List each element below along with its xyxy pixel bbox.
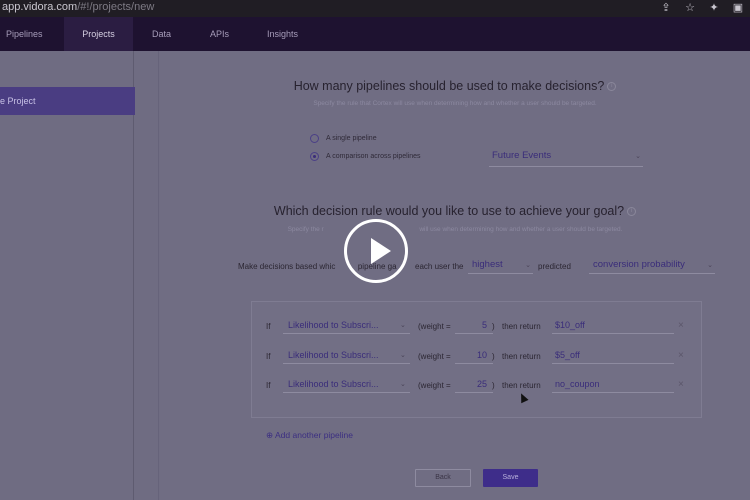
sidebar-item-label: e Project — [0, 96, 36, 106]
radio-label: A comparison across pipelines — [326, 153, 421, 160]
save-button[interactable]: Save — [483, 469, 538, 487]
weight-input[interactable]: 25 — [455, 377, 493, 393]
tab-apis[interactable]: APIs — [210, 17, 240, 51]
info-icon[interactable]: i — [607, 82, 617, 92]
select-value: conversion probability — [593, 259, 685, 270]
top-nav: Pipelines Projects Data APIs Insights — [0, 17, 750, 51]
if-label: If — [266, 322, 271, 331]
close-icon[interactable]: × — [678, 320, 684, 331]
chevron-down-icon: ⌄ — [707, 262, 713, 269]
rule-mid2: each user the — [415, 262, 464, 271]
radio-comparison-pipelines[interactable]: A comparison across pipelines — [310, 152, 421, 161]
main-content: How many pipelines should be used to mak… — [160, 51, 750, 500]
tab-label: Pipelines — [6, 29, 43, 39]
address-bar[interactable]: app.vidora.com/#!/projects/new — [2, 1, 154, 13]
then-return-label: then return — [502, 352, 541, 361]
radio-single-pipeline[interactable]: A single pipeline — [310, 134, 377, 143]
subtitle-right: will use when determining how and whethe… — [419, 226, 623, 233]
rule-row: If Likelihood to Subscri... ⌄ (weight = … — [252, 376, 703, 396]
tab-label: Data — [152, 29, 172, 39]
if-label: If — [266, 352, 271, 361]
rule-row: If Likelihood to Subscri... ⌄ (weight = … — [252, 347, 703, 367]
tab-insights[interactable]: Insights — [267, 17, 307, 51]
question-pipeline-count: How many pipelines should be used to mak… — [160, 79, 750, 93]
close-paren: ) — [492, 322, 495, 331]
extreme-select[interactable]: highest ⌄ — [468, 258, 533, 274]
pipeline-select[interactable]: Likelihood to Subscri... — [283, 348, 410, 364]
chevron-down-icon: ⌄ — [400, 381, 406, 388]
chevron-down-icon: ⌄ — [635, 153, 641, 160]
pipeline-rules-panel: If Likelihood to Subscri... ⌄ (weight = … — [251, 301, 702, 418]
tab-label: APIs — [210, 29, 230, 39]
tab-data[interactable]: Data — [152, 17, 182, 51]
then-return-label: then return — [502, 322, 541, 331]
content-gutter — [135, 51, 159, 500]
star-icon[interactable]: ☆ — [684, 1, 696, 14]
question-title: Which decision rule would you like to us… — [273, 204, 625, 218]
app-window: app.vidora.com/#!/projects/new ⇪ ☆ ✦ ▣ P… — [0, 0, 750, 500]
rule-prefix: Make decisions based whic — [238, 262, 336, 271]
pipeline-select[interactable]: Likelihood to Subscri... — [283, 377, 410, 393]
then-return-label: then return — [502, 381, 541, 390]
select-value: Likelihood to Subscri... — [288, 320, 379, 330]
extensions-icon[interactable]: ✦ — [708, 1, 720, 14]
sidebar: e Project — [0, 51, 138, 500]
predicted-label: predicted — [538, 262, 571, 271]
radio-button[interactable] — [310, 152, 319, 161]
metric-select[interactable]: conversion probability ⌄ — [589, 258, 715, 274]
question-subtitle: Specify the r will use when determining … — [160, 226, 750, 233]
return-value-input[interactable]: no_coupon — [552, 377, 674, 393]
if-label: If — [266, 381, 271, 390]
add-pipeline-link[interactable]: ⊕ Add another pipeline — [266, 430, 353, 441]
chevron-down-icon: ⌄ — [400, 352, 406, 359]
question-subtitle: Specify the rule that Cortex will use wh… — [313, 100, 597, 107]
question-decision-rule: Which decision rule would you like to us… — [160, 204, 750, 218]
select-value: Likelihood to Subscri... — [288, 379, 379, 389]
source-select[interactable]: Future Events ⌄ — [489, 149, 643, 167]
rule-row: If Likelihood to Subscri... ⌄ (weight = … — [252, 317, 703, 337]
close-icon[interactable]: × — [678, 379, 684, 390]
info-icon[interactable]: i — [627, 207, 637, 217]
sidebar-icon[interactable]: ▣ — [732, 1, 744, 14]
weight-input[interactable]: 10 — [455, 348, 493, 364]
weight-input[interactable]: 5 — [455, 318, 493, 334]
browser-toolbar: app.vidora.com/#!/projects/new ⇪ ☆ ✦ ▣ — [0, 0, 750, 17]
return-value-input[interactable]: $5_off — [552, 348, 674, 364]
url-host: app.vidora.com — [2, 1, 78, 13]
return-value-input[interactable]: $10_off — [552, 318, 674, 334]
question-title: How many pipelines should be used to mak… — [293, 79, 605, 93]
radio-label: A single pipeline — [326, 135, 377, 142]
share-icon[interactable]: ⇪ — [660, 1, 672, 14]
tab-label: Insights — [267, 29, 299, 39]
subtitle-left: Specify the r — [287, 226, 324, 233]
play-icon[interactable] — [344, 219, 408, 283]
tab-label: Projects — [82, 29, 115, 39]
chevron-down-icon: ⌄ — [400, 322, 406, 329]
weight-label: (weight = — [418, 352, 451, 361]
sidebar-item-new-project[interactable]: e Project — [0, 87, 138, 115]
chevron-down-icon: ⌄ — [525, 262, 531, 269]
tab-pipelines[interactable]: Pipelines — [6, 17, 56, 51]
close-paren: ) — [492, 352, 495, 361]
select-value: Likelihood to Subscri... — [288, 350, 379, 360]
select-value: Future Events — [492, 150, 552, 161]
radio-button[interactable] — [310, 134, 319, 143]
weight-label: (weight = — [418, 381, 451, 390]
pipeline-select[interactable]: Likelihood to Subscri... — [283, 318, 410, 334]
back-button[interactable]: Back — [415, 469, 471, 487]
tab-projects[interactable]: Projects — [64, 17, 133, 51]
weight-label: (weight = — [418, 322, 451, 331]
close-paren: ) — [492, 381, 495, 390]
url-path: /#!/projects/new — [77, 1, 155, 13]
close-icon[interactable]: × — [678, 350, 684, 361]
select-value: highest — [472, 259, 503, 270]
